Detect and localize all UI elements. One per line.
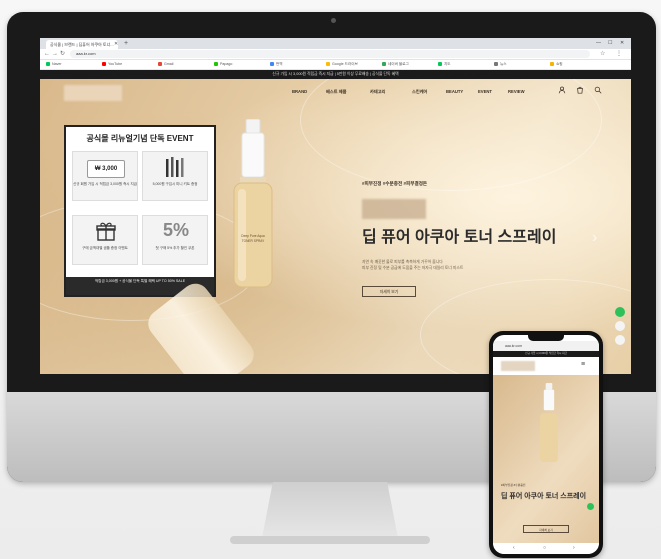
mobile-url-field[interactable]: aaa.kr.com <box>493 341 599 351</box>
bottle-label-line: Deep Pure Aqua <box>241 234 265 238</box>
star-icon[interactable]: ☆ <box>600 50 605 58</box>
new-tab-icon[interactable]: + <box>124 39 128 48</box>
hero-banner: BRAND 베스트 제품 카테고리 스킨케어 BEAUTY EVENT REVI… <box>40 79 631 374</box>
bottle-label-line: TONER SPRAY <box>242 239 265 243</box>
url-field[interactable]: aaa.kr.com <box>70 50 590 58</box>
nav-menu-item[interactable]: REVIEW <box>508 89 525 94</box>
close-icon[interactable]: ✕ <box>114 40 118 49</box>
search-icon[interactable] <box>594 86 602 94</box>
bookmark-label: 뉴스 <box>500 62 507 66</box>
view-more-button[interactable]: 자세히 보기 <box>362 286 416 297</box>
browser-tab-bar: 공식몰 | 브랜드 | 딥퓨어 아쿠아 토너... ✕ + — ☐ ✕ <box>40 38 631 49</box>
mobile-nav-bar: ‹ ○ › <box>493 543 599 554</box>
mockup-scene: 공식몰 | 브랜드 | 딥퓨어 아쿠아 토너... ✕ + — ☐ ✕ ← → … <box>0 0 661 559</box>
event-cell-coupon: ₩ 3,000 신규 회원 가입 시 적립금 3,000원 즉시 지급 <box>72 151 138 201</box>
home-icon[interactable]: ○ <box>543 543 546 554</box>
event-cell-caption: 첫 구매 5% 추가 할인 쿠폰 <box>155 246 195 250</box>
camera-icon <box>331 18 336 23</box>
mobile-hero: #피부진정 #수분충전 딥 퓨어 아쿠아 토너 스프레이 자세히 보기 <box>493 375 599 543</box>
nav-menu-item[interactable]: 베스트 제품 <box>326 89 346 95</box>
browser-tab[interactable]: 공식몰 | 브랜드 | 딥퓨어 아쿠아 토너... ✕ <box>46 40 118 49</box>
bookmark-item[interactable]: 지도 <box>438 61 451 68</box>
bookmark-label: Gmail <box>164 62 174 66</box>
mobile-logo[interactable] <box>501 361 535 371</box>
nav-menu-item[interactable]: EVENT <box>478 89 492 94</box>
event-popup[interactable]: 공식몰 리뉴얼기념 단독 EVENT ₩ 3,000 신규 회원 가입 시 적립… <box>64 125 216 297</box>
event-cell-caption: 신규 회원 가입 시 적립금 3,000원 즉시 지급 <box>73 182 137 186</box>
site-logo[interactable] <box>64 85 122 101</box>
mobile-subline: #피부진정 #수분충전 <box>501 483 526 487</box>
bookmark-label: 지도 <box>444 62 451 66</box>
hero-description-line: 피부 진정 및 수분 공급에 도움을 주는 저자극 데일리 토너 미스트 <box>362 266 464 270</box>
maximize-icon[interactable]: ☐ <box>608 39 612 48</box>
bookmark-item[interactable]: Naver <box>46 61 62 68</box>
bookmark-label: YouTube <box>108 62 123 66</box>
mobile-chat-icon[interactable] <box>587 503 594 510</box>
coupon-icon: ₩ 3,000 <box>87 160 125 178</box>
brush-kit-icon <box>166 157 184 177</box>
mobile-headline: 딥 퓨어 아쿠아 토너 스프레이 <box>501 493 587 500</box>
event-cell-caption: 구매 금액대별 샘플 증정 이벤트 <box>82 246 128 250</box>
user-icon[interactable] <box>558 86 566 94</box>
nav-menu-item[interactable]: BRAND <box>292 89 307 94</box>
event-cell-caption: 5,000원 구입시 미니 키트 증정 <box>152 182 198 186</box>
event-cell-kit: 5,000원 구입시 미니 키트 증정 <box>142 151 208 201</box>
nav-menu-item[interactable]: BEAUTY <box>446 89 463 94</box>
back-icon[interactable]: ← <box>44 50 50 58</box>
imac-foot <box>230 536 430 544</box>
bookmark-item[interactable]: 네이버 블로그 <box>382 61 409 68</box>
minimize-icon[interactable]: — <box>596 39 601 48</box>
forward-icon[interactable]: › <box>573 543 575 554</box>
imac-stand <box>262 482 398 538</box>
bookmarks-bar: Naver YouTube Gmail Papago 번역 Google 드라이… <box>40 60 631 70</box>
scroll-top-icon[interactable] <box>615 321 625 331</box>
menu-dots-icon[interactable]: ⋮ <box>616 50 622 58</box>
bookmark-label: Google 드라이브 <box>332 62 358 66</box>
bookmark-item[interactable]: YouTube <box>102 61 122 68</box>
bookmark-item[interactable]: Gmail <box>158 61 173 68</box>
scroll-bottom-icon[interactable] <box>615 335 625 345</box>
bookmark-label: 쇼핑 <box>556 62 563 66</box>
event-cell-discount: 5% 첫 구매 5% 추가 할인 쿠폰 <box>142 215 208 265</box>
hero-description: 자연 속 깨끗한 물로 피부를 촉촉하게 가꾸어 줍니다 피부 진정 및 수분 … <box>362 259 463 271</box>
nav-menu-item[interactable]: 카테고리 <box>370 89 385 95</box>
phone-notch <box>528 335 564 341</box>
browser-address-bar: ← → ↻ aaa.kr.com ☆ ⋮ <box>40 49 631 60</box>
reload-icon[interactable]: ↻ <box>60 50 65 58</box>
bookmark-label: Naver <box>52 62 62 66</box>
bookmark-label: Papago <box>220 62 233 66</box>
bookmark-label: 번역 <box>276 62 283 66</box>
tab-title: 공식몰 | 브랜드 | 딥퓨어 아쿠아 토너... <box>50 42 114 47</box>
gift-icon <box>96 222 116 241</box>
cart-icon[interactable] <box>576 86 584 94</box>
chevron-right-icon[interactable]: › <box>592 229 597 247</box>
back-icon[interactable]: ‹ <box>513 543 515 554</box>
nav-menu-item[interactable]: 스킨케어 <box>412 89 427 95</box>
bookmark-item[interactable]: 번역 <box>270 61 283 68</box>
percent-label: 5% <box>163 220 190 240</box>
phone-screen: aaa.kr.com 신규 가입 시 3,000원 적립금 즉시 지급 ≡ #피… <box>493 335 599 554</box>
hero-subline: #피부진정 #수분충전 #피부결정돈 <box>362 181 428 186</box>
bookmark-item[interactable]: Google 드라이브 <box>326 61 358 68</box>
forward-icon[interactable]: → <box>52 50 58 58</box>
bookmark-label: 네이버 블로그 <box>388 62 409 66</box>
mobile-view-more-button[interactable]: 자세히 보기 <box>523 525 569 533</box>
phone-frame: aaa.kr.com 신규 가입 시 3,000원 적립금 즉시 지급 ≡ #피… <box>489 331 603 558</box>
mobile-bottle-image <box>540 383 558 463</box>
hero-headline: 딥 퓨어 아쿠아 토너 스프레이 <box>362 229 557 246</box>
spray-bottle-image: Deep Pure Aqua TONER SPRAY <box>233 119 273 288</box>
event-title: 공식몰 리뉴얼기념 단독 EVENT <box>86 134 194 143</box>
bookmark-item[interactable]: 쇼핑 <box>550 61 563 68</box>
chat-icon[interactable] <box>615 307 625 317</box>
water-ripple <box>300 79 602 191</box>
mobile-header: ≡ <box>493 357 599 375</box>
event-cell-gift: 구매 금액대별 샘플 증정 이벤트 <box>72 215 138 265</box>
bookmark-item[interactable]: Papago <box>214 61 232 68</box>
desktop-screen: 공식몰 | 브랜드 | 딥퓨어 아쿠아 토너... ✕ + — ☐ ✕ ← → … <box>40 38 631 374</box>
bookmark-item[interactable]: 뉴스 <box>494 61 507 68</box>
hero-brand-tag <box>362 199 426 219</box>
announcement-bar: 신규 가입 시 3,000원 적립금 즉시 지급 | 5만원 이상 무료배송 |… <box>40 70 631 79</box>
hamburger-icon[interactable]: ≡ <box>581 361 585 368</box>
close-window-icon[interactable]: ✕ <box>620 39 624 48</box>
